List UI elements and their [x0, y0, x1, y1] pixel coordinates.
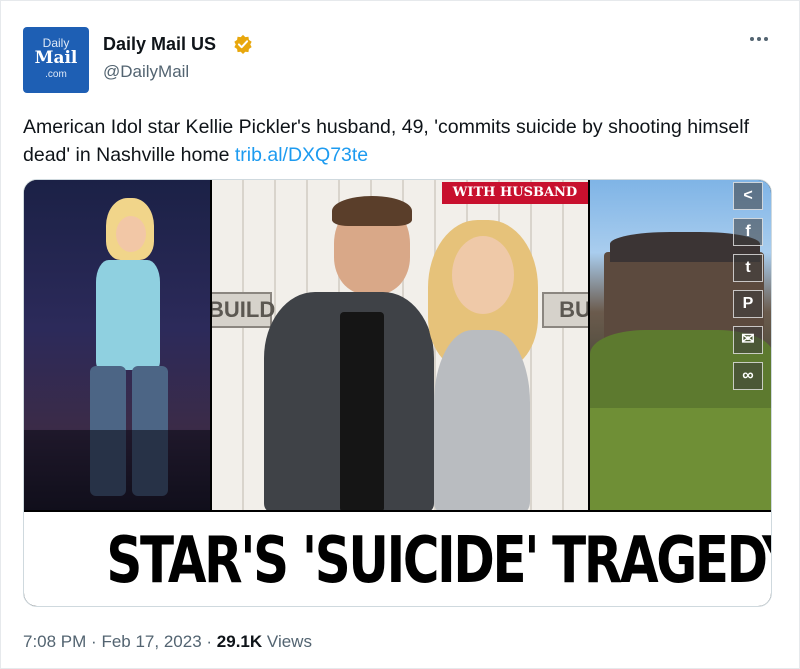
tweet-link[interactable]: trib.al/DXQ73te [235, 144, 368, 166]
meta-separator: · [91, 632, 97, 651]
media-image[interactable]: BUILD BU WITH HUSBAND < f t P ✉ ∞ STAR'S… [23, 179, 772, 607]
tweet-body: American Idol star Kellie Pickler's husb… [23, 116, 750, 166]
headline-text: STAR'S 'SUICIDE' TRAGEDY [106, 524, 772, 598]
display-name[interactable]: Daily Mail US [103, 34, 216, 54]
avatar[interactable]: Daily Mail .com [23, 27, 89, 93]
share-rail: < f t P ✉ ∞ [730, 182, 766, 390]
sign-left: BUILD [212, 292, 275, 328]
verified-badge-icon [234, 34, 252, 54]
photo-left [24, 180, 210, 510]
dot-icon [764, 37, 768, 41]
user-handle[interactable]: @DailyMail [103, 62, 189, 82]
meta-separator: · [206, 632, 213, 651]
tweet-text: American Idol star Kellie Pickler's husb… [23, 113, 763, 169]
views-count: 29.1K [216, 632, 263, 651]
share-icon[interactable]: < [733, 182, 763, 210]
facebook-icon[interactable]: f [733, 218, 763, 246]
more-options-button[interactable] [741, 27, 777, 51]
photo-middle: BUILD BU [212, 180, 588, 510]
sign-right: BU [542, 292, 588, 328]
tweet-time[interactable]: 7:08 PM [23, 632, 86, 651]
link-icon[interactable]: ∞ [733, 362, 763, 390]
with-husband-tag: WITH HUSBAND [442, 182, 588, 204]
dot-icon [750, 37, 754, 41]
tweet-date[interactable]: Feb 17, 2023 [101, 632, 201, 651]
dot-icon [757, 37, 761, 41]
views-label: Views [266, 632, 312, 651]
pinterest-icon[interactable]: P [733, 290, 763, 318]
tweet-card: Daily Mail .com Daily Mail US @DailyMail… [0, 0, 800, 669]
avatar-line-2: Mail [34, 48, 78, 68]
email-icon[interactable]: ✉ [733, 326, 763, 354]
tweet-meta: 7:08 PM · Feb 17, 2023 · 29.1K Views [23, 631, 312, 653]
avatar-line-3: .com [45, 69, 67, 80]
twitter-icon[interactable]: t [733, 254, 763, 282]
